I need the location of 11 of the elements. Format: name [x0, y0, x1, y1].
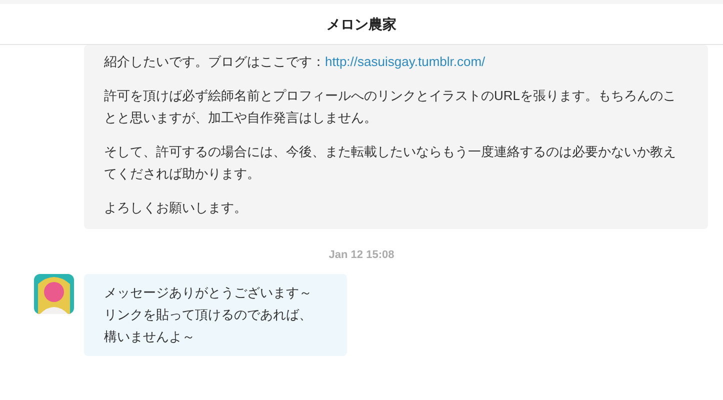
- message-text: メッセージありがとうございます～: [104, 284, 313, 302]
- message-text: 紹介したいです。ブログはここです：http://sasuisgay.tumblr.com/: [104, 53, 486, 71]
- message-text: そして、許可するの場合には、今後、また転載したいならもう一度連絡するのは必要かないか教えてくだされば助かります。: [104, 143, 677, 183]
- blog-link[interactable]: http://sasuisgay.tumblr.com/: [325, 54, 486, 69]
- avatar: [34, 274, 74, 314]
- message-text: よろしくお願いします。: [104, 199, 248, 217]
- message-text: 構いませんよ～: [104, 328, 196, 346]
- message-text: リンクを貼って頂けるのであれば、: [104, 306, 313, 324]
- window-title: メロン農家: [326, 14, 396, 34]
- message-text: 許可を頂けば必ず絵師名前とプロフィールへのリンクとイラストのURLを張ります。もちろんのことと思いますが、加工や自作発言はしません。: [104, 87, 678, 127]
- timestamp: Jan 12 15:08: [328, 248, 394, 263]
